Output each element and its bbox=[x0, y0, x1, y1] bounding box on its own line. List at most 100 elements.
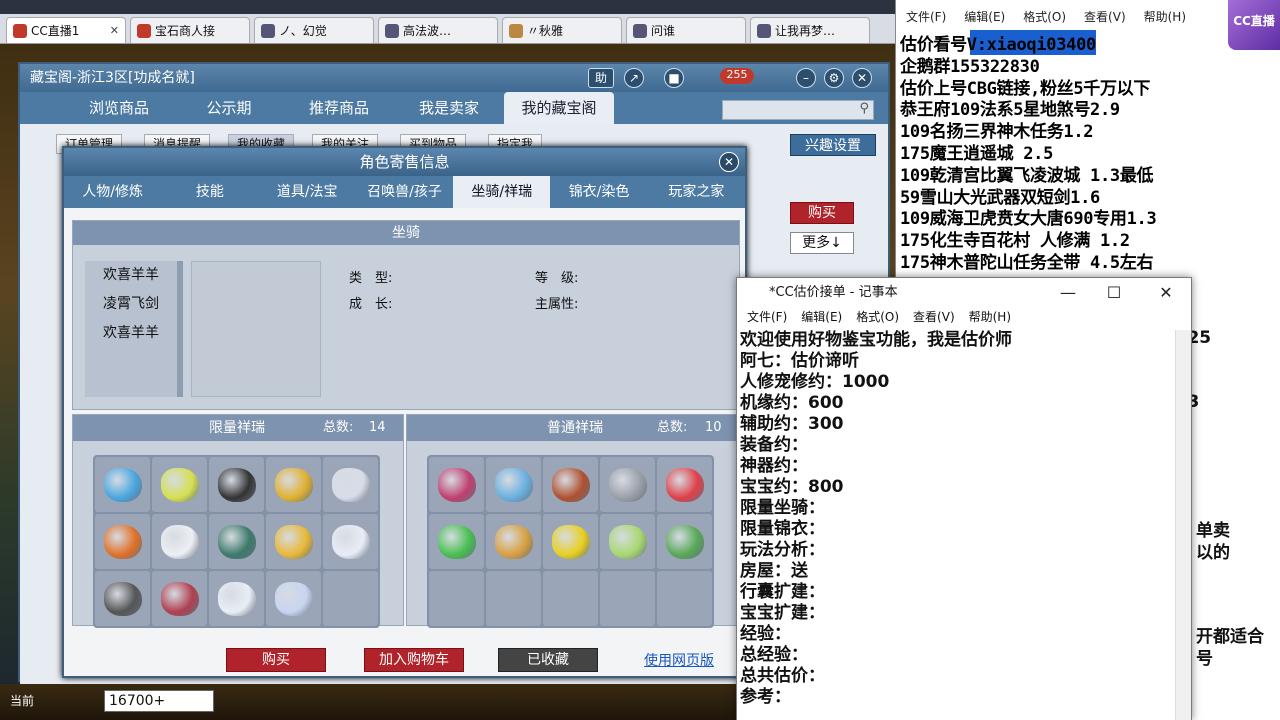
pet-cell[interactable] bbox=[543, 514, 598, 569]
close-icon[interactable]: ✕ bbox=[1143, 278, 1189, 308]
mount-item[interactable]: 凌霄飞剑 bbox=[85, 290, 177, 319]
pet-cell[interactable] bbox=[429, 514, 484, 569]
browser-tab[interactable]: CC直播1 ✕ bbox=[6, 17, 126, 43]
pet-cell[interactable] bbox=[95, 514, 150, 569]
close-icon[interactable]: ✕ bbox=[719, 152, 739, 172]
stop-icon[interactable]: ■ bbox=[664, 68, 684, 88]
pet-cell[interactable] bbox=[266, 514, 321, 569]
menu-edit[interactable]: 编辑(E) bbox=[964, 8, 1005, 28]
menu-view[interactable]: 查看(V) bbox=[913, 308, 955, 330]
tab-character[interactable]: 人物/修炼 bbox=[64, 176, 161, 208]
menu-file[interactable]: 文件(F) bbox=[906, 8, 946, 28]
pet-cell[interactable] bbox=[543, 571, 598, 626]
pet-cell[interactable] bbox=[600, 514, 655, 569]
browser-tab[interactable]: 〃秋雅 bbox=[502, 17, 622, 43]
maximize-icon[interactable]: ☐ bbox=[1091, 278, 1137, 308]
gear-icon[interactable]: ⚙ bbox=[824, 68, 844, 88]
notepad-line: 限量锦衣： bbox=[740, 519, 825, 539]
pet-cell[interactable] bbox=[266, 457, 321, 512]
pet-cell[interactable] bbox=[209, 571, 264, 626]
pet-cell[interactable] bbox=[323, 514, 378, 569]
limited-grid bbox=[93, 455, 380, 628]
nav-browse[interactable]: 浏览商品 bbox=[64, 92, 174, 124]
pet-cell[interactable] bbox=[323, 571, 378, 626]
menu-format[interactable]: 格式(O) bbox=[856, 308, 899, 330]
bottom-label: 当前 bbox=[10, 694, 35, 708]
pet-cell[interactable] bbox=[486, 457, 541, 512]
pet-icon bbox=[274, 524, 313, 559]
pet-cell[interactable] bbox=[209, 514, 264, 569]
tab-items[interactable]: 道具/法宝 bbox=[259, 176, 356, 208]
web-version-link[interactable]: 使用网页版 bbox=[644, 650, 714, 670]
pet-cell[interactable] bbox=[543, 457, 598, 512]
pet-cell[interactable] bbox=[429, 571, 484, 626]
tab-outfits[interactable]: 锦衣/染色 bbox=[550, 176, 647, 208]
nav-public[interactable]: 公示期 bbox=[174, 92, 284, 124]
search-input[interactable]: ⚲ bbox=[722, 100, 874, 120]
notepad-line: 装备约： bbox=[740, 435, 808, 455]
pet-icon bbox=[217, 524, 256, 559]
close-icon[interactable]: ✕ bbox=[852, 68, 872, 88]
minimize-icon[interactable]: – bbox=[796, 68, 816, 88]
pet-cell[interactable] bbox=[600, 571, 655, 626]
dialog-title: 角色寄售信息 bbox=[64, 148, 745, 176]
share-icon[interactable]: ↗ bbox=[624, 68, 644, 88]
menu-edit[interactable]: 编辑(E) bbox=[801, 308, 842, 330]
pet-cell[interactable] bbox=[657, 514, 712, 569]
scrollbar[interactable] bbox=[1175, 330, 1191, 720]
notepad-line: 神器约： bbox=[740, 456, 808, 476]
menu-help[interactable]: 帮助(H) bbox=[1144, 8, 1186, 28]
interest-settings-button[interactable]: 兴趣设置 bbox=[790, 134, 876, 156]
collected-button[interactable]: 已收藏 bbox=[498, 648, 598, 672]
pet-cell[interactable] bbox=[486, 514, 541, 569]
pet-icon bbox=[551, 524, 590, 559]
tab-skills[interactable]: 技能 bbox=[161, 176, 258, 208]
pet-cell[interactable] bbox=[266, 571, 321, 626]
pet-cell[interactable] bbox=[95, 571, 150, 626]
mount-item[interactable]: 欢喜羊羊 bbox=[85, 319, 177, 348]
buy-button[interactable]: 购买 bbox=[790, 202, 854, 224]
pet-cell[interactable] bbox=[152, 571, 207, 626]
buy-button[interactable]: 购买 bbox=[226, 648, 326, 672]
pet-icon bbox=[217, 581, 256, 616]
pet-cell[interactable] bbox=[429, 457, 484, 512]
menu-format[interactable]: 格式(O) bbox=[1023, 8, 1066, 28]
menu-file[interactable]: 文件(F) bbox=[747, 308, 787, 330]
tab-home[interactable]: 玩家之家 bbox=[648, 176, 745, 208]
notepad-line: 经验： bbox=[740, 624, 791, 644]
search-icon[interactable]: ⚲ bbox=[859, 101, 869, 116]
pet-cell[interactable] bbox=[657, 457, 712, 512]
pet-cell[interactable] bbox=[152, 514, 207, 569]
pet-cell[interactable] bbox=[657, 571, 712, 626]
pet-cell[interactable] bbox=[152, 457, 207, 512]
add-cart-button[interactable]: 加入购物车 bbox=[364, 648, 464, 672]
browser-tab[interactable]: ノ、幻觉 bbox=[254, 17, 374, 43]
pet-cell[interactable] bbox=[486, 571, 541, 626]
minimize-icon[interactable]: — bbox=[1045, 278, 1091, 308]
mount-item[interactable]: 欢喜羊羊 bbox=[85, 261, 177, 290]
pet-cell[interactable] bbox=[600, 457, 655, 512]
browser-tab[interactable]: 让我再梦… bbox=[750, 17, 870, 43]
help-button[interactable]: 助 bbox=[588, 68, 614, 88]
more-button[interactable]: 更多↓ bbox=[790, 232, 854, 254]
nav-recommend[interactable]: 推荐商品 bbox=[284, 92, 394, 124]
nav-my-cbg[interactable]: 我的藏宝阁 bbox=[504, 92, 614, 124]
pet-icon bbox=[437, 467, 476, 502]
browser-tab[interactable]: 宝石商人接 bbox=[130, 17, 250, 43]
browser-tab[interactable]: 高法波… bbox=[378, 17, 498, 43]
close-icon[interactable]: ✕ bbox=[110, 24, 119, 37]
tab-pets[interactable]: 召唤兽/孩子 bbox=[356, 176, 453, 208]
tab-mounts[interactable]: 坐骑/祥瑞 bbox=[453, 176, 551, 208]
normal-grid bbox=[427, 455, 714, 628]
notepad-text-area[interactable]: 欢迎使用好物鉴宝功能，我是估价师 阿七：估价谛听 人修宠修约：1000 机缘约：600… bbox=[737, 330, 1177, 720]
pet-cell[interactable] bbox=[323, 457, 378, 512]
pet-icon bbox=[494, 524, 533, 559]
type-label: 类 型: bbox=[349, 271, 393, 286]
pet-cell[interactable] bbox=[95, 457, 150, 512]
pet-cell[interactable] bbox=[209, 457, 264, 512]
nav-seller[interactable]: 我是卖家 bbox=[394, 92, 504, 124]
menu-view[interactable]: 查看(V) bbox=[1084, 8, 1126, 28]
menu-help[interactable]: 帮助(H) bbox=[969, 308, 1011, 330]
pet-icon bbox=[551, 467, 590, 502]
browser-tab[interactable]: 问谁 bbox=[626, 17, 746, 43]
